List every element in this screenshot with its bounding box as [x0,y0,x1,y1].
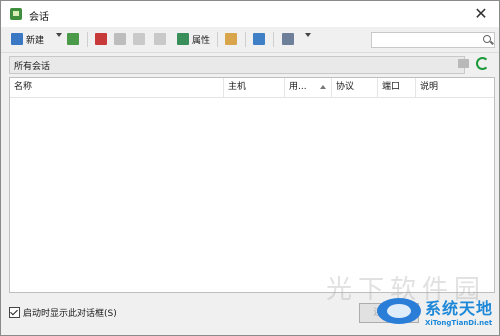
scissors-icon [95,33,107,45]
title-bar: 会话 ✕ [1,1,499,27]
column-port[interactable]: 端口 [378,78,416,97]
startup-checkbox-row[interactable]: 启动时显示此对话框(S) [9,305,117,319]
toolbar-separator [217,32,218,47]
watermark: 系统天地 XiTongTianDi.net [376,295,493,327]
toolbar-separator [245,32,246,47]
sessions-dialog: 会话 ✕ 新建 属性 所有会话 名称 主机 用... 协议 端口 说明 启动时显… [0,0,500,336]
delete-button[interactable] [154,31,169,47]
delete-icon [154,33,166,45]
copy-button[interactable] [114,31,129,47]
paste-icon [133,33,145,45]
cut-button[interactable] [95,31,110,47]
folder-icon [225,33,237,45]
breadcrumb: 所有会话 [9,56,465,74]
toolbar-separator [273,32,274,47]
shortcut-button[interactable] [253,31,268,47]
startup-checkbox-label: 启动时显示此对话框(S) [23,308,117,319]
watermark-logo-icon [376,298,421,324]
table-header: 名称 主机 用... 协议 端口 说明 [10,78,494,98]
startup-checkbox[interactable] [9,306,20,318]
watermark-brand: 系统天地 [424,299,493,318]
view-button[interactable] [282,31,297,47]
sort-ascending-icon [320,85,326,89]
new-session-button[interactable]: 新建 [11,31,44,47]
search-input[interactable] [371,32,495,48]
new-session-dropdown-arrow[interactable] [56,33,62,37]
paste-button[interactable] [133,31,148,47]
column-user-label: 用... [289,82,307,92]
window-title: 会话 [29,12,49,23]
watermark-text: 系统天地 XiTongTianDi.net [425,295,493,327]
column-user[interactable]: 用... [285,78,332,97]
copy-icon [114,33,126,45]
properties-icon [177,33,189,45]
app-icon [10,8,22,20]
folder-icon[interactable] [458,59,469,68]
sessions-table: 名称 主机 用... 协议 端口 说明 [9,77,495,293]
close-button[interactable]: ✕ [463,1,499,27]
column-host[interactable]: 主机 [224,78,285,97]
breadcrumb-label: 所有会话 [14,62,51,72]
properties-button[interactable]: 属性 [177,31,210,47]
properties-label: 属性 [192,35,211,46]
toolbar: 新建 属性 [1,27,499,53]
toolbar-separator [87,32,88,47]
view-icon [282,33,294,45]
column-protocol[interactable]: 协议 [332,78,378,97]
quick-connect-button[interactable] [67,31,82,47]
column-description[interactable]: 说明 [416,78,494,97]
column-name[interactable]: 名称 [10,78,224,97]
new-session-label: 新建 [26,35,45,46]
new-folder-button[interactable] [225,31,240,47]
shortcut-icon [253,33,265,45]
refresh-icon[interactable] [476,57,489,70]
view-dropdown-arrow[interactable] [305,33,311,37]
search-icon [483,35,491,43]
quick-connect-icon [67,33,79,45]
watermark-url: XiTongTianDi.net [424,319,493,327]
new-session-icon [11,33,23,45]
